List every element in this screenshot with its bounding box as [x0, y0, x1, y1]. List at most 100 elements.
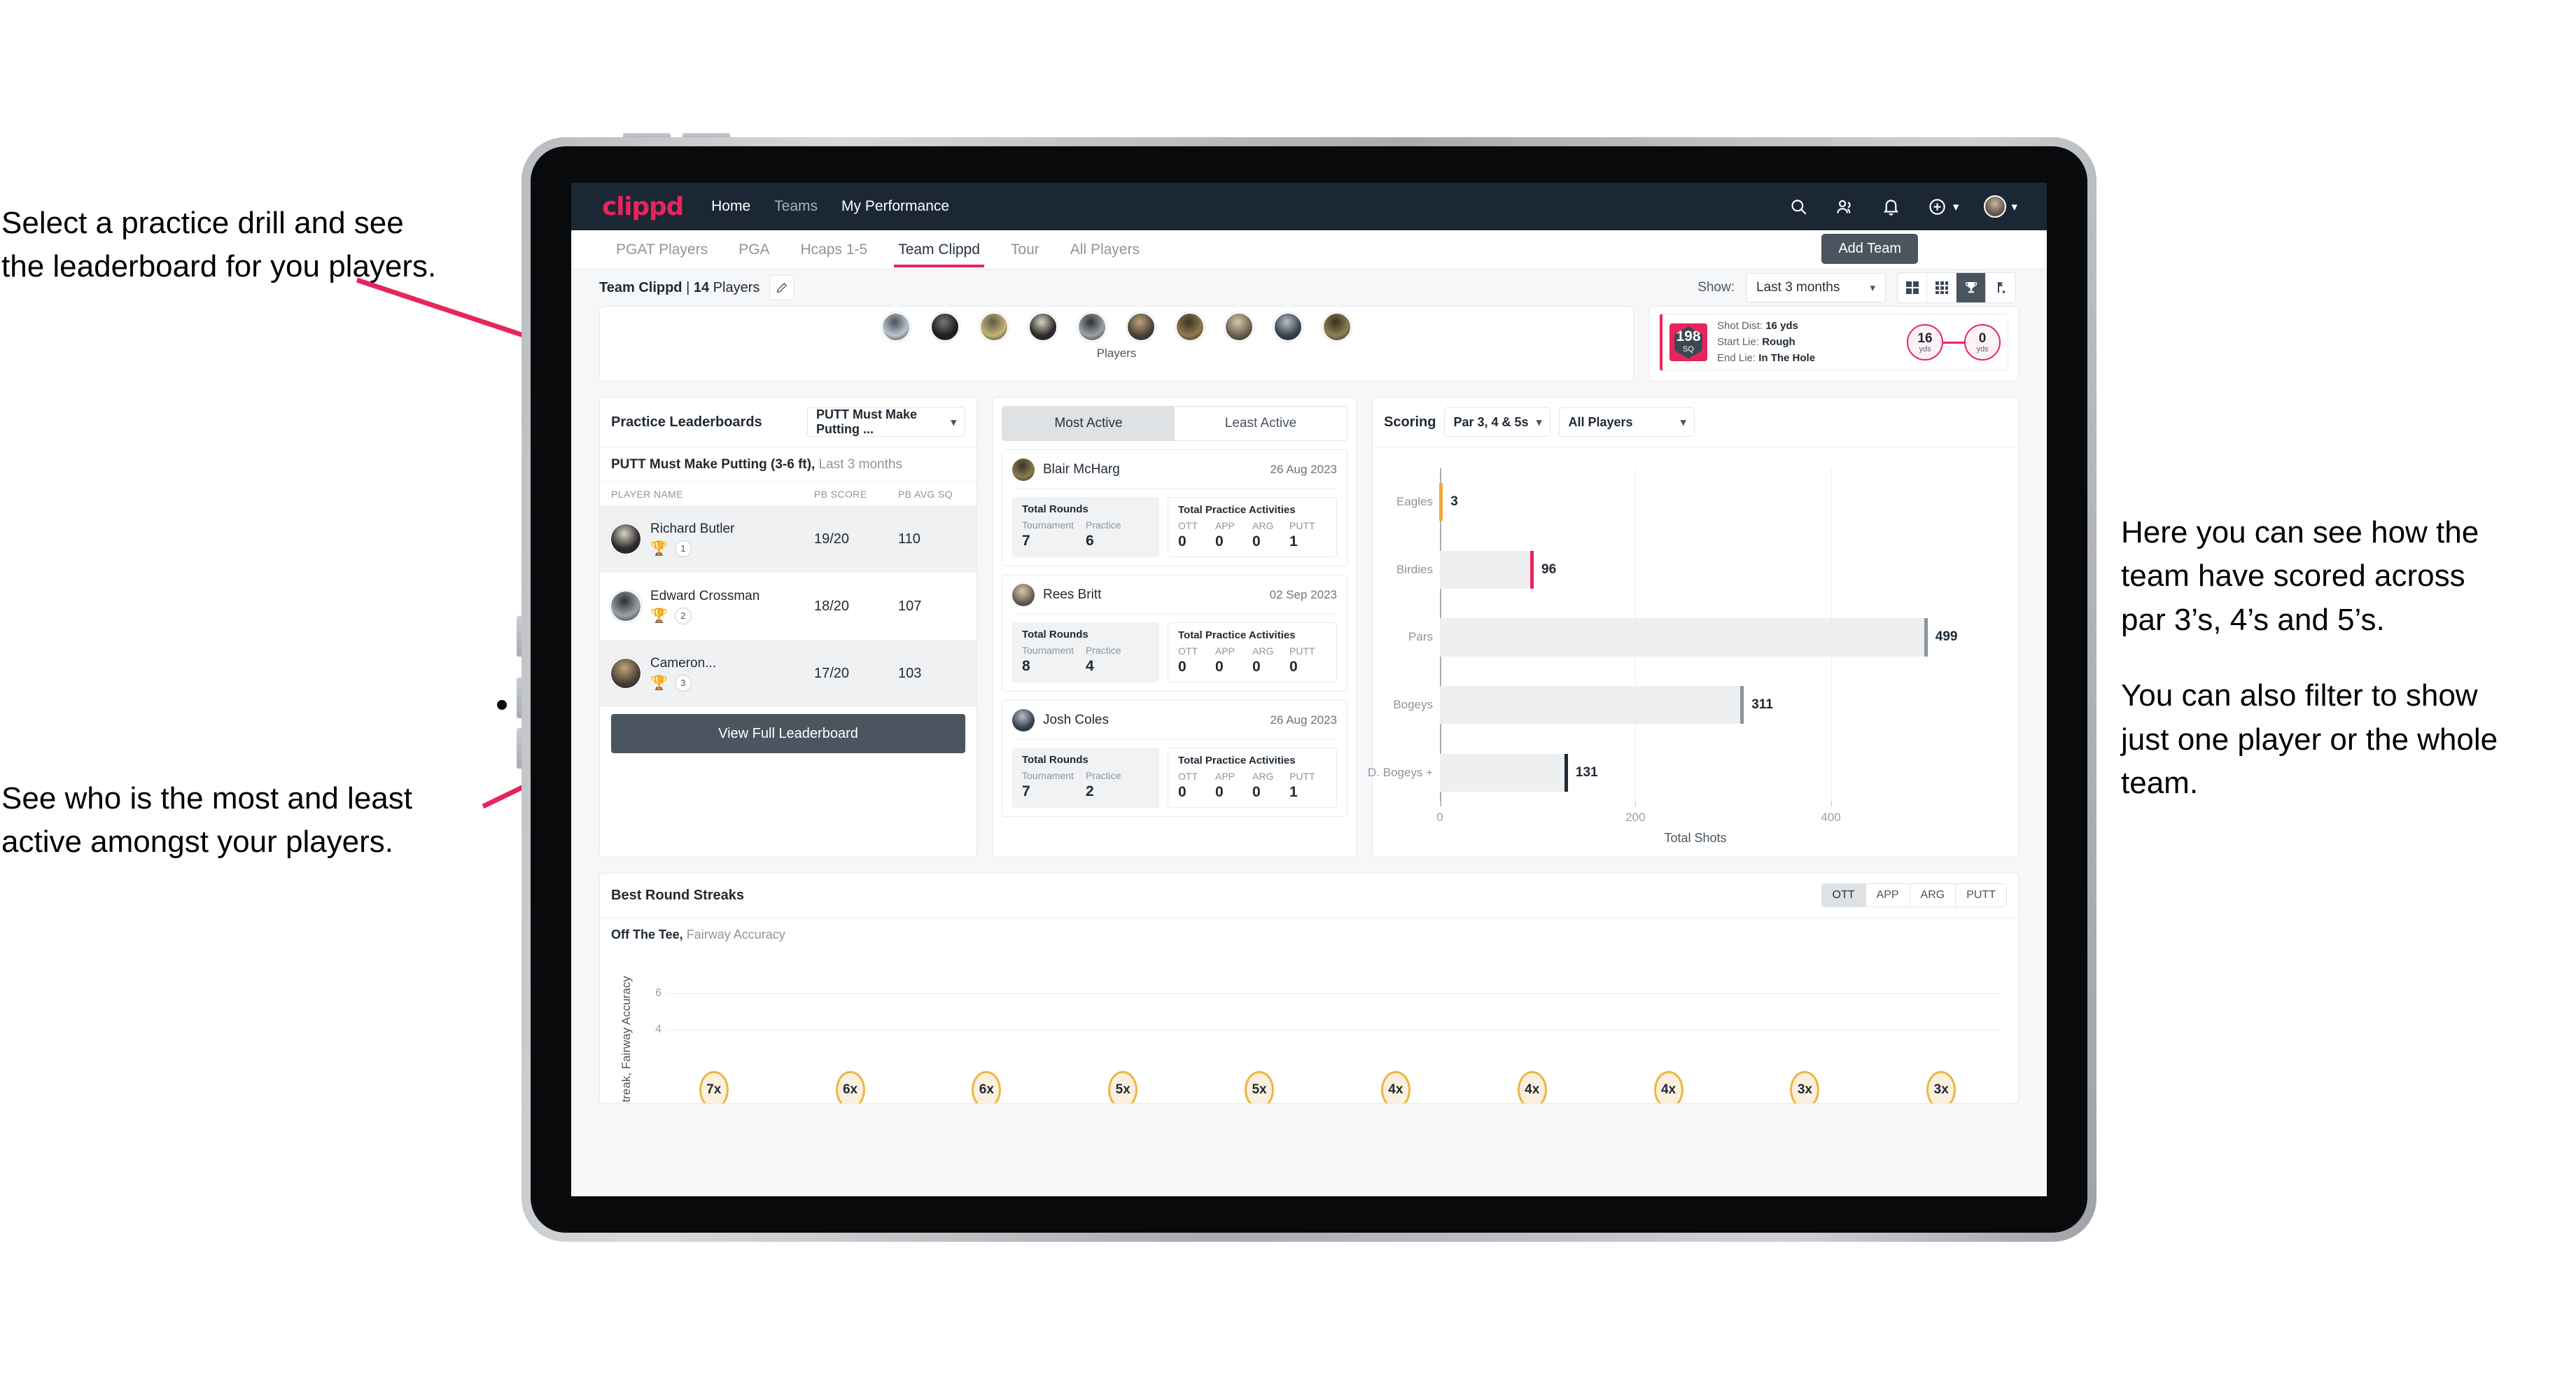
activity-stats: Total Rounds Tournament 7 Practice 2 Total Pr… — [1012, 748, 1337, 808]
player-avatar[interactable] — [881, 312, 911, 342]
tab-all-players[interactable]: All Players — [1066, 232, 1144, 267]
view-mode-grid-large[interactable] — [1898, 273, 1927, 302]
player-avatar[interactable] — [1126, 312, 1156, 342]
player-avatar[interactable] — [1273, 312, 1303, 342]
player-avatar[interactable] — [1012, 584, 1035, 606]
scoring-card: Scoring Par 3, 4 & 5s ▾ All Players ▾ Ea… — [1368, 397, 2019, 858]
add-menu[interactable]: ▾ — [1927, 196, 1959, 217]
scoring-category-label: Eagles — [1396, 495, 1433, 509]
pb-score-value: 18/20 — [814, 598, 850, 614]
show-label: Show: — [1698, 280, 1735, 295]
app-value: 0 — [1215, 784, 1224, 800]
activity-card-item[interactable]: Rees Britt 02 Sep 2023 Total Rounds Tournam… — [1002, 575, 1348, 692]
putt-stat: PUTT 1 — [1289, 520, 1326, 550]
chevron-down-icon: ▾ — [1870, 282, 1875, 294]
tab-tour[interactable]: Tour — [1007, 232, 1044, 267]
streaks-y-tick: 4 — [655, 1023, 662, 1035]
drill-select[interactable]: PUTT Must Make Putting ... ▾ — [807, 407, 965, 437]
leaderboard-row[interactable]: Edward Crossman 🏆 2 18/20 107 — [600, 573, 976, 640]
add-team-button[interactable]: Add Team — [1821, 234, 1918, 264]
nav-item-home[interactable]: Home — [711, 198, 750, 215]
end-distance-circle: 0 yds — [1964, 324, 2001, 361]
player-avatar[interactable] — [1322, 312, 1352, 342]
chevron-down-icon: ▾ — [1536, 416, 1542, 428]
player-avatar[interactable] — [611, 659, 640, 688]
tab-most-active[interactable]: Most Active — [1002, 407, 1175, 440]
leaderboard-row[interactable]: Richard Butler 🏆 1 19/20 110 — [600, 505, 976, 573]
streaks-category: Off The Tee, — [611, 927, 683, 941]
scoring-bar-row: Pars 499 — [1408, 618, 1968, 657]
tab-hcaps-1-5[interactable]: Hcaps 1-5 — [796, 232, 872, 267]
annotation-line: the leaderboard for you players. — [1, 249, 437, 284]
arg-label: ARG — [1252, 520, 1274, 531]
player-avatar[interactable] — [930, 312, 960, 342]
ott-stat: OTT 0 — [1178, 645, 1215, 676]
total-practice-title: Total Practice Activities — [1178, 504, 1296, 516]
ott-value: 0 — [1178, 533, 1186, 550]
view-mode-trophy[interactable] — [1956, 273, 1986, 302]
edit-team-button[interactable] — [769, 275, 795, 300]
activity-card-item[interactable]: Blair McHarg 26 Aug 2023 Total Rounds Tourn… — [1002, 449, 1348, 566]
tab-team-clippd[interactable]: Team Clippd — [894, 232, 984, 267]
tab-pga[interactable]: PGA — [734, 232, 774, 267]
annotation-right: Here you can see how the team have score… — [2121, 511, 2569, 806]
streak-tab-putt[interactable]: PUTT — [1956, 884, 2006, 906]
streaks-title: Best Round Streaks — [611, 887, 745, 903]
annotation-line: just one player or the whole — [2121, 722, 2498, 757]
search-icon[interactable] — [1788, 196, 1809, 217]
player-avatar[interactable] — [1175, 312, 1205, 342]
shot-quality-card: 198 SQ Shot Dist: 16 yds Start Lie: Roug… — [1649, 306, 2019, 382]
annotation-line: team. — [2121, 766, 2199, 801]
leaderboard-row[interactable]: Cameron... 🏆 3 17/20 103 — [600, 640, 976, 707]
activity-card-header: Josh Coles 26 Aug 2023 — [1012, 709, 1337, 739]
player-avatar[interactable] — [611, 524, 640, 554]
view-mode-grid-small[interactable] — [1927, 273, 1956, 302]
period-select[interactable]: Last 3 months ▾ — [1746, 273, 1886, 302]
scoring-category-label: D. Bogeys + — [1367, 765, 1433, 779]
scoring-bar-cap — [1740, 686, 1744, 724]
app-stat: APP 0 — [1215, 520, 1252, 550]
plus-circle-icon[interactable] — [1927, 196, 1948, 217]
activity-stats: Total Rounds Tournament 8 Practice 4 Total Pr… — [1012, 622, 1337, 682]
ott-stat: OTT 0 — [1178, 771, 1215, 801]
player-avatar[interactable] — [1028, 312, 1058, 342]
tab-pgat-players[interactable]: PGAT Players — [612, 232, 712, 267]
streak-tab-arg[interactable]: ARG — [1910, 884, 1956, 906]
sq-unit: SQ — [1683, 345, 1694, 354]
profile-menu[interactable]: ▾ — [1984, 195, 2017, 218]
people-icon[interactable] — [1835, 196, 1856, 217]
player-avatar[interactable] — [1077, 312, 1107, 342]
streak-tab-app[interactable]: APP — [1865, 884, 1910, 906]
putt-value: 1 — [1289, 784, 1298, 800]
view-mode-flag[interactable] — [1986, 273, 2015, 302]
ott-value: 0 — [1178, 659, 1186, 675]
clippd-logo[interactable]: clippd — [602, 192, 684, 221]
annotation-paragraph-1: Here you can see how the team have score… — [2121, 511, 2569, 642]
player-avatar[interactable] — [1012, 709, 1035, 732]
player-filter-select[interactable]: All Players ▾ — [1559, 407, 1695, 437]
tournament-stat: Tournament 7 — [1022, 519, 1086, 550]
activity-card-item[interactable]: Josh Coles 26 Aug 2023 Total Rounds Tournam… — [1002, 700, 1348, 817]
player-avatar[interactable] — [1012, 458, 1035, 481]
nav-item-my-performance[interactable]: My Performance — [841, 198, 949, 215]
player-avatar[interactable] — [611, 592, 640, 621]
par-filter-select[interactable]: Par 3, 4 & 5s ▾ — [1444, 407, 1551, 437]
app-stat: APP 0 — [1215, 771, 1252, 801]
streak-bubble: 4x — [1517, 1071, 1547, 1103]
tournament-stat: Tournament 8 — [1022, 645, 1086, 675]
total-practice-title: Total Practice Activities — [1178, 629, 1296, 641]
annotation-line: Here you can see how the — [2121, 515, 2479, 550]
player-avatar[interactable] — [979, 312, 1009, 342]
ott-label: OTT — [1178, 520, 1198, 531]
view-full-leaderboard-button[interactable]: View Full Leaderboard — [611, 714, 965, 753]
streak-tab-ott[interactable]: OTT — [1821, 884, 1866, 906]
tab-least-active[interactable]: Least Active — [1175, 407, 1347, 440]
leaderboard-subtitle: PUTT Must Make Putting (3-6 ft), Last 3 … — [600, 447, 976, 482]
tablet-device-frame: clippd Home Teams My Performance ▾ ▾ PGA… — [522, 137, 2096, 1242]
bell-icon[interactable] — [1881, 196, 1902, 217]
nav-item-teams[interactable]: Teams — [774, 198, 818, 215]
app-stat: APP 0 — [1215, 645, 1252, 676]
avatar[interactable] — [1984, 195, 2007, 218]
start-distance-unit: yds — [1919, 344, 1931, 354]
player-avatar[interactable] — [1224, 312, 1254, 342]
